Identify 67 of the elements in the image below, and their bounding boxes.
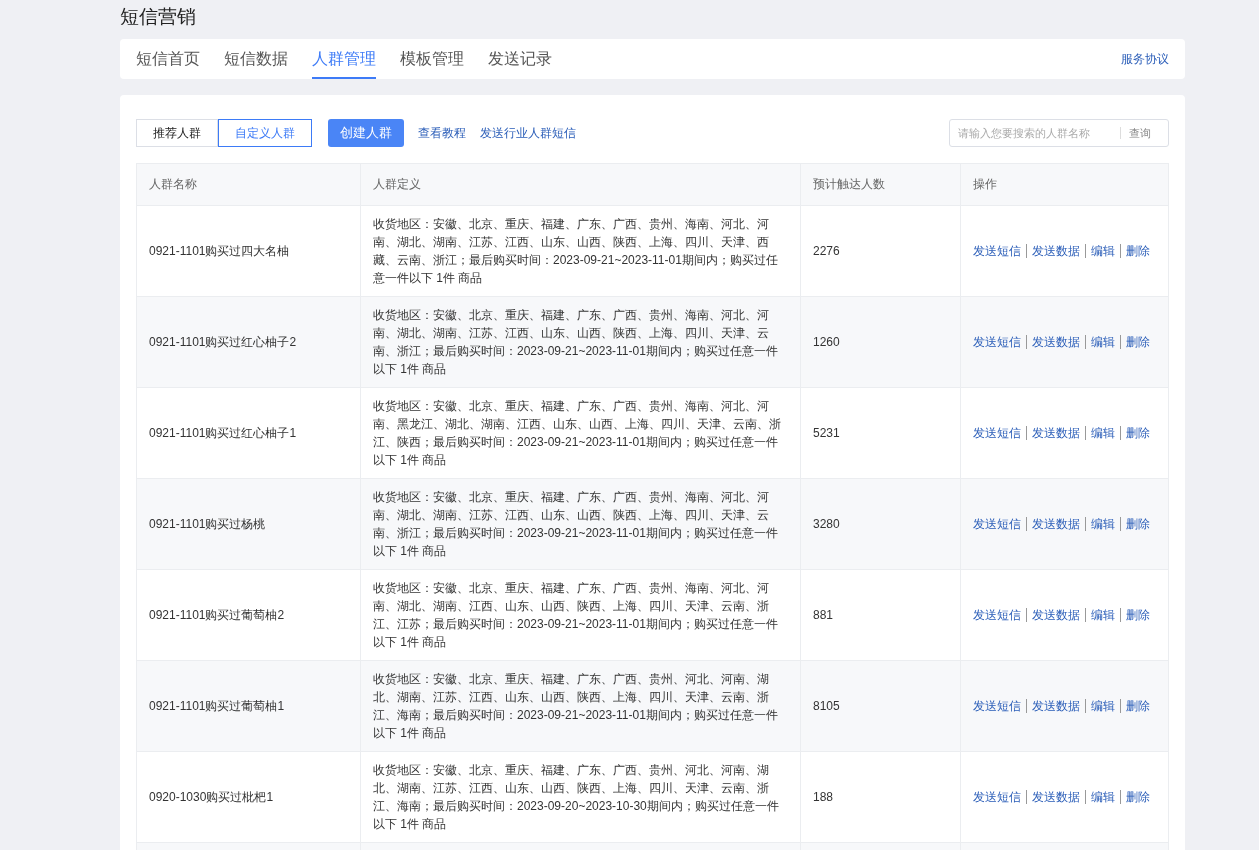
- action-link[interactable]: 发送短信: [973, 333, 1021, 351]
- action-link[interactable]: 编辑: [1091, 424, 1115, 442]
- agreement-link[interactable]: 服务协议: [1121, 50, 1169, 68]
- action-link[interactable]: 发送数据: [1032, 333, 1080, 351]
- action-link[interactable]: 发送数据: [1032, 788, 1080, 806]
- tab[interactable]: 发送记录: [488, 39, 552, 79]
- table-cell: 0921-1101购买过红心柚子1: [149, 424, 297, 442]
- action-link[interactable]: 发送短信: [973, 242, 1021, 260]
- action-link[interactable]: 发送数据: [1032, 242, 1080, 260]
- action-link[interactable]: 发送短信: [973, 606, 1021, 624]
- table-cell: 0921-1101购买过葡萄柚1: [149, 697, 285, 715]
- table-cell: 1260: [813, 335, 840, 349]
- action-link[interactable]: 删除: [1126, 333, 1150, 351]
- table-cell: 2276: [813, 244, 840, 258]
- action-link[interactable]: 删除: [1126, 788, 1150, 806]
- action-link[interactable]: 发送数据: [1032, 424, 1080, 442]
- tab[interactable]: 短信首页: [136, 39, 200, 79]
- action-link[interactable]: 删除: [1126, 515, 1150, 533]
- action-link[interactable]: 发送短信: [973, 515, 1021, 533]
- table-cell: 8105: [813, 699, 840, 713]
- action-link[interactable]: 删除: [1126, 424, 1150, 442]
- action-link[interactable]: 发送短信: [973, 424, 1021, 442]
- search-field[interactable]: 请输入您要搜索的人群名称 查询: [949, 119, 1169, 147]
- action-link[interactable]: 编辑: [1091, 788, 1115, 806]
- table-cell: 5231: [813, 426, 840, 440]
- segment-button[interactable]: 自定义人群: [218, 119, 312, 147]
- action-link[interactable]: 编辑: [1091, 515, 1115, 533]
- tab[interactable]: 短信数据: [224, 39, 288, 79]
- table-cell: 0921-1101购买过四大名柚: [149, 242, 290, 260]
- action-link[interactable]: 删除: [1126, 242, 1150, 260]
- action-link[interactable]: 编辑: [1091, 697, 1115, 715]
- column-header: 预计触达人数: [801, 164, 961, 205]
- create-button[interactable]: 创建人群: [328, 119, 404, 147]
- link[interactable]: 发送行业人群短信: [480, 124, 576, 142]
- definition-text: 收货地区：安徽、北京、重庆、福建、广东、广西、贵州、海南、河北、河南、湖北、湖南、江西、山东、山西、陕西、上海、四川、天津、云南、浙江、江苏；最后购买时间：2023-09-21~2023-11-01期间内；购买过任意一件以下 1件 商品: [373, 580, 779, 651]
- action-link[interactable]: 发送数据: [1032, 606, 1080, 624]
- action-link[interactable]: 删除: [1126, 606, 1150, 624]
- action-link[interactable]: 编辑: [1091, 242, 1115, 260]
- action-link[interactable]: 删除: [1126, 697, 1150, 715]
- action-link[interactable]: 发送短信: [973, 788, 1021, 806]
- link[interactable]: 查看教程: [418, 124, 466, 142]
- column-header: 人群名称: [137, 164, 361, 205]
- column-header: 人群定义: [361, 164, 801, 205]
- page-title: 短信营销: [120, 5, 197, 29]
- action-link[interactable]: 编辑: [1091, 333, 1115, 351]
- table-cell: 188: [813, 790, 834, 804]
- definition-text: 收货地区：安徽、北京、重庆、福建、广东、广西、贵州、海南、河北、河南、黑龙江、湖北、湖南、江西、山东、山西、上海、四川、天津、云南、浙江、陕西；最后购买时间：2023-09-21~2023-11-01期间内；购买过任意一件以下 1件 商品: [373, 398, 782, 469]
- table-cell: 0921-1101购买过葡萄柚2: [149, 606, 285, 624]
- segment-button[interactable]: 推荐人群: [136, 119, 218, 147]
- table-cell: 0921-1101购买过杨桃: [149, 515, 266, 533]
- action-link[interactable]: 发送短信: [973, 697, 1021, 715]
- table-cell: 0920-1030购买过枇杷1: [149, 788, 274, 806]
- action-link[interactable]: 发送数据: [1032, 515, 1080, 533]
- table-cell: 0921-1101购买过红心柚子2: [149, 333, 297, 351]
- tab[interactable]: 模板管理: [400, 39, 464, 79]
- column-header: 操作: [972, 176, 998, 193]
- definition-text: 收货地区：安徽、北京、重庆、福建、广东、广西、贵州、河北、河南、湖北、湖南、江苏、江西、山东、山西、陕西、上海、四川、天津、云南、浙江、海南；最后购买时间：2023-09-20~2023-10-30期间内；购买过任意一件以下 1件 商品: [373, 762, 780, 833]
- table-cell: 3280: [813, 517, 840, 531]
- action-link[interactable]: 编辑: [1091, 606, 1115, 624]
- definition-text: 收货地区：安徽、北京、重庆、福建、广东、广西、贵州、河北、河南、湖北、湖南、江苏、江西、山东、山西、陕西、上海、四川、天津、云南、浙江、海南；最后购买时间：2023-09-21~2023-11-01期间内；购买过任意一件以下 1件 商品: [373, 671, 779, 742]
- definition-text: 收货地区：安徽、北京、重庆、福建、广东、广西、贵州、海南、河北、河南、湖北、湖南、江苏、江西、山东、山西、陕西、上海、四川、天津、云南、浙江；最后购买时间：2023-09-21~2023-11-01期间内；购买过任意一件以下 1件 商品: [373, 489, 779, 560]
- tab[interactable]: 人群管理: [312, 39, 376, 79]
- action-link[interactable]: 发送数据: [1032, 697, 1080, 715]
- search-button[interactable]: 查询: [1121, 125, 1159, 141]
- table-cell: 881: [813, 608, 834, 622]
- definition-text: 收货地区：安徽、北京、重庆、福建、广东、广西、贵州、海南、河北、河南、湖北、湖南、江苏、江西、山东、山西、陕西、上海、四川、天津、西藏、云南、浙江；最后购买时间：2023-09-21~2023-11-01期间内；购买过任意一件以下 1件 商品: [373, 216, 779, 287]
- definition-text: 收货地区：安徽、北京、重庆、福建、广东、广西、贵州、海南、河北、河南、湖北、湖南、江苏、江西、山东、山西、陕西、上海、四川、天津、云南、浙江；最后购买时间：2023-09-21~2023-11-01期间内；购买过任意一件以下 1件 商品: [373, 307, 779, 378]
